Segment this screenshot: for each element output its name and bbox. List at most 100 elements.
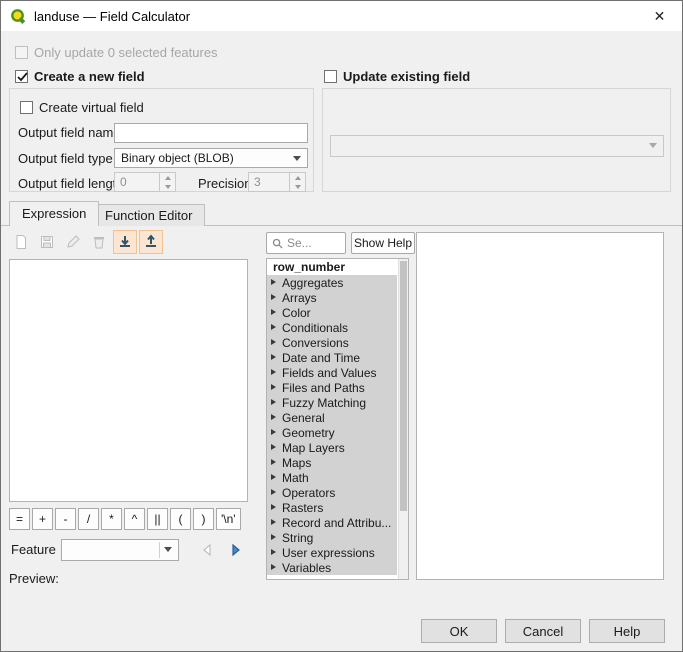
expand-arrow-icon (271, 414, 276, 420)
operator-buttons: = + - / * ^ || ( ) '\n' (9, 508, 241, 530)
output-field-type-label: Output field type (18, 149, 113, 169)
precision-label: Precision (198, 174, 251, 194)
expand-arrow-icon (271, 369, 276, 375)
operator-concat-button[interactable]: || (147, 508, 168, 530)
tab-function-editor[interactable]: Function Editor (92, 204, 205, 226)
list-item-general[interactable]: General (267, 410, 397, 425)
only-update-checkbox (15, 46, 28, 59)
next-feature-button[interactable] (224, 539, 247, 561)
window-title: landuse — Field Calculator (34, 9, 190, 24)
create-new-field-label: Create a new field (34, 69, 145, 84)
save-expression-icon (35, 230, 59, 254)
only-update-row: Only update 0 selected features (15, 44, 218, 60)
create-virtual-field-label: Create virtual field (39, 100, 144, 115)
search-placeholder: Se... (287, 236, 312, 250)
search-icon (272, 238, 283, 249)
expand-arrow-icon (271, 399, 276, 405)
chevron-down-icon (649, 143, 657, 148)
previous-feature-button (195, 539, 218, 561)
titlebar: landuse — Field Calculator ✕ (1, 1, 682, 31)
create-new-field-checkbox[interactable] (15, 70, 28, 83)
expression-editor[interactable] (9, 259, 248, 502)
expand-arrow-icon (271, 489, 276, 495)
expression-toolbar (9, 230, 163, 254)
operator-newline-button[interactable]: '\n' (216, 508, 241, 530)
list-item-string[interactable]: String (267, 530, 397, 545)
update-existing-label: Update existing field (343, 69, 470, 84)
operator-power-button[interactable]: ^ (124, 508, 145, 530)
feature-select[interactable] (61, 539, 179, 561)
expand-arrow-icon (271, 309, 276, 315)
feature-label: Feature (11, 542, 56, 557)
operator-plus-button[interactable]: + (32, 508, 53, 530)
expand-arrow-icon (271, 294, 276, 300)
list-item-row-number[interactable]: row_number (267, 259, 397, 275)
search-input[interactable]: Se... (266, 232, 346, 254)
operator-equals-button[interactable]: = (9, 508, 30, 530)
import-expression-button[interactable] (113, 230, 137, 254)
list-item-geometry[interactable]: Geometry (267, 425, 397, 440)
previous-arrow-icon (200, 543, 214, 557)
export-expression-button[interactable] (139, 230, 163, 254)
operator-multiply-button[interactable]: * (101, 508, 122, 530)
expand-arrow-icon (271, 384, 276, 390)
check-icon (15, 69, 30, 84)
new-field-group: Create virtual field Output field name O… (9, 88, 314, 192)
list-item-fields-and-values[interactable]: Fields and Values (267, 365, 397, 380)
output-field-name-input[interactable] (114, 123, 308, 143)
expand-arrow-icon (271, 534, 276, 540)
expand-arrow-icon (271, 444, 276, 450)
output-field-type-value: Binary object (BLOB) (121, 151, 234, 165)
list-item-record-and-attributes[interactable]: Record and Attribu... (267, 515, 397, 530)
function-list: row_number Aggregates Arrays Color Condi… (266, 258, 409, 580)
spinner-arrows-icon (289, 173, 305, 191)
precision-value: 3 (249, 173, 289, 191)
output-field-length-spinner: 0 (114, 172, 176, 192)
expand-arrow-icon (271, 324, 276, 330)
list-item-map-layers[interactable]: Map Layers (267, 440, 397, 455)
scrollbar-thumb[interactable] (400, 261, 407, 511)
list-item-files-and-paths[interactable]: Files and Paths (267, 380, 397, 395)
list-item-maps[interactable]: Maps (267, 455, 397, 470)
chevron-down-icon (293, 156, 301, 161)
operator-close-paren-button[interactable]: ) (193, 508, 214, 530)
list-item-color[interactable]: Color (267, 305, 397, 320)
expand-arrow-icon (271, 504, 276, 510)
close-button[interactable]: ✕ (637, 1, 682, 31)
list-item-user-expressions[interactable]: User expressions (267, 545, 397, 560)
operator-open-paren-button[interactable]: ( (170, 508, 191, 530)
ok-button[interactable]: OK (421, 619, 497, 643)
function-list-scrollbar[interactable] (398, 259, 408, 579)
list-item-arrays[interactable]: Arrays (267, 290, 397, 305)
list-item-date-and-time[interactable]: Date and Time (267, 350, 397, 365)
create-virtual-field-checkbox[interactable] (20, 101, 33, 114)
delete-expression-icon (87, 230, 111, 254)
function-help-panel (416, 232, 664, 580)
operator-minus-button[interactable]: - (55, 508, 76, 530)
show-help-button[interactable]: Show Help (351, 232, 415, 254)
output-field-length-label: Output field length (18, 174, 124, 194)
list-item-fuzzy-matching[interactable]: Fuzzy Matching (267, 395, 397, 410)
list-item-variables[interactable]: Variables (267, 560, 397, 575)
expand-arrow-icon (271, 429, 276, 435)
expand-arrow-icon (271, 519, 276, 525)
tab-expression[interactable]: Expression (9, 201, 99, 226)
help-button[interactable]: Help (589, 619, 665, 643)
list-item-operators[interactable]: Operators (267, 485, 397, 500)
list-item-math[interactable]: Math (267, 470, 397, 485)
list-item-conditionals[interactable]: Conditionals (267, 320, 397, 335)
expand-arrow-icon (271, 474, 276, 480)
qgis-logo-icon (10, 8, 27, 25)
list-item-rasters[interactable]: Rasters (267, 500, 397, 515)
list-item-aggregates[interactable]: Aggregates (267, 275, 397, 290)
operator-divide-button[interactable]: / (78, 508, 99, 530)
output-field-name-label: Output field name (18, 123, 121, 143)
edit-expression-icon (61, 230, 85, 254)
list-item-conversions[interactable]: Conversions (267, 335, 397, 350)
output-field-type-select[interactable]: Binary object (BLOB) (114, 148, 308, 168)
expand-arrow-icon (271, 354, 276, 360)
field-calculator-dialog: landuse — Field Calculator ✕ Only update… (0, 0, 683, 652)
cancel-button[interactable]: Cancel (505, 619, 581, 643)
expand-arrow-icon (271, 564, 276, 570)
update-existing-checkbox[interactable] (324, 70, 337, 83)
